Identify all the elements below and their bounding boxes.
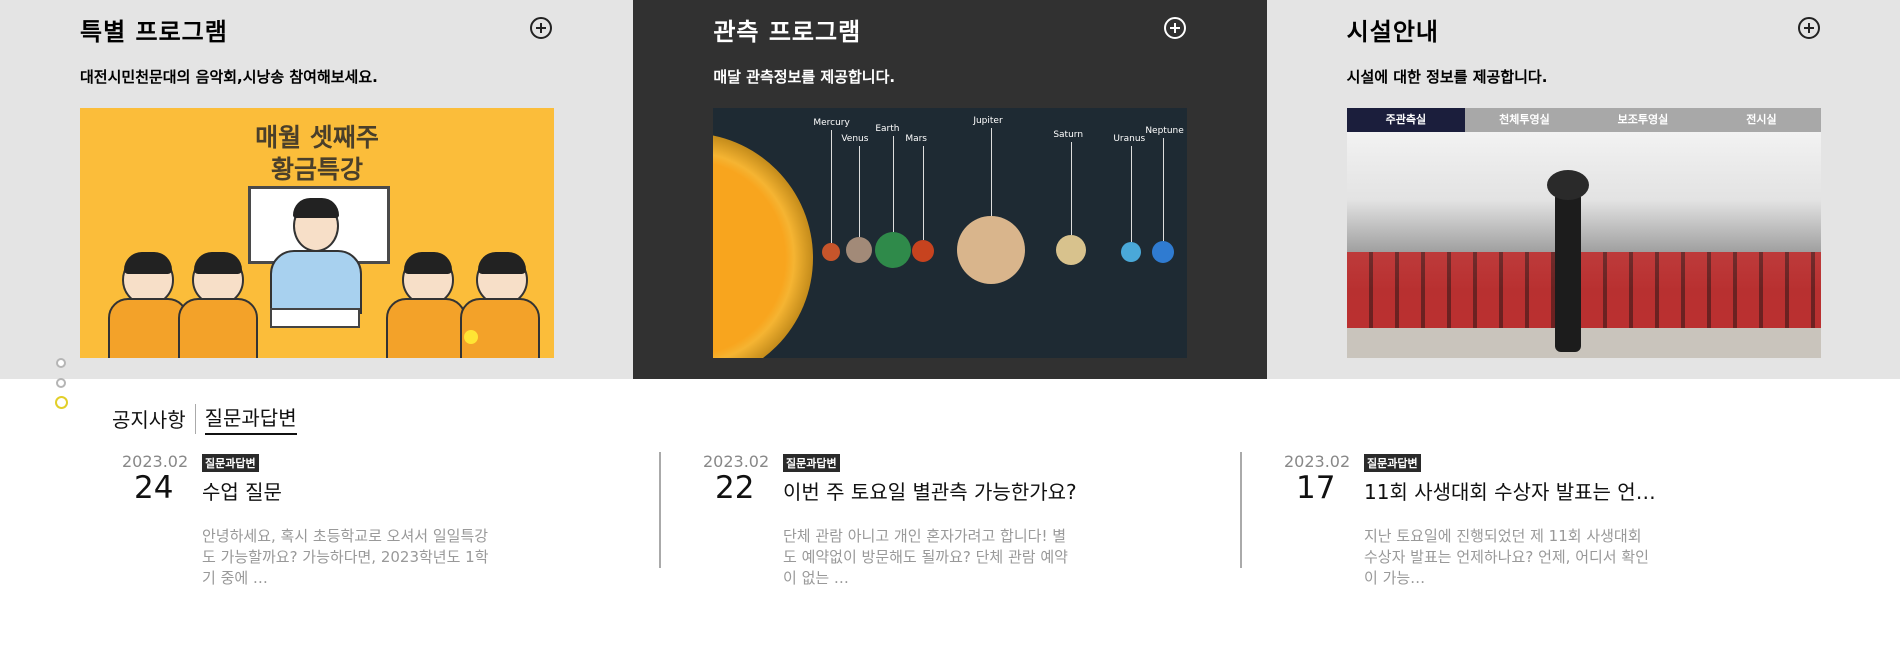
tab-notice[interactable]: 공지사항 bbox=[112, 404, 186, 433]
planet-label: Earth bbox=[875, 124, 900, 134]
tab-qna[interactable]: 질문과답변 bbox=[204, 402, 297, 435]
planet-line bbox=[923, 146, 925, 240]
planet-label: Jupiter bbox=[973, 116, 1003, 126]
plus-circle-icon[interactable] bbox=[1797, 17, 1820, 39]
panel-description: 매달 관측정보를 제공합니다. bbox=[713, 68, 896, 86]
planet-line bbox=[1163, 138, 1165, 241]
planet-label: Neptune bbox=[1145, 126, 1184, 136]
planet-mercury bbox=[822, 243, 841, 261]
planet-line bbox=[991, 128, 993, 216]
solar-system-image[interactable]: Mercury Venus Earth Mars Jupiter Saturn Uranus… bbox=[713, 108, 1188, 358]
planet-saturn bbox=[1056, 235, 1087, 265]
panel-description: 시설에 대한 정보를 제공합니다. bbox=[1346, 68, 1548, 86]
post-excerpt: 안녕하세요, 혹시 초등학교로 오셔서 일일특강도 가능할까요? 가능하다면, … bbox=[202, 527, 489, 587]
planet-venus bbox=[846, 237, 873, 263]
post-item[interactable]: 2023.02 24 질문과답변 수업 질문 안녕하세요, 혹시 초등학교로 오… bbox=[112, 452, 672, 587]
category-badge: 질문과답변 bbox=[1364, 454, 1421, 472]
post-title[interactable]: 수업 질문 bbox=[202, 476, 282, 505]
planet-line bbox=[1071, 142, 1073, 235]
planet-mars bbox=[912, 240, 935, 262]
tab-sub-planetarium[interactable]: 보조투영실 bbox=[1583, 108, 1703, 132]
planet-label: Saturn bbox=[1053, 130, 1084, 140]
facility-tabs: 주관측실 천체투영실 보조투영실 전시실 bbox=[1346, 108, 1821, 132]
slide-dot-1[interactable] bbox=[56, 358, 66, 368]
planet-line bbox=[1131, 146, 1133, 242]
post-date-day: 24 bbox=[134, 470, 174, 506]
tab-planetarium[interactable]: 천체투영실 bbox=[1465, 108, 1584, 132]
plus-circle-icon[interactable] bbox=[530, 17, 552, 39]
slide-dot-2[interactable] bbox=[56, 378, 66, 388]
divider bbox=[1240, 452, 1242, 568]
panel-title: 시설안내 bbox=[1346, 18, 1439, 46]
image-caption: 매월 셋째주 황금특강 bbox=[255, 123, 379, 184]
post-date-month: 2023.02 bbox=[703, 452, 770, 471]
post-date-day: 22 bbox=[715, 470, 755, 506]
slide-dot-3-active[interactable] bbox=[55, 396, 68, 409]
program-panels: 특별 프로그램 대전시민천문대의 음악회,시낭송 참여해보세요. 매월 셋째주 황… bbox=[0, 0, 1900, 379]
planet-label: Mercury bbox=[813, 118, 850, 128]
planet-line bbox=[893, 136, 895, 232]
post-excerpt: 지난 토요일에 진행되었던 제 11회 사생대회 수상자 발표는 언제하나요? … bbox=[1364, 527, 1649, 587]
post-date-month: 2023.02 bbox=[1284, 452, 1351, 471]
divider bbox=[659, 452, 661, 568]
planet-earth bbox=[875, 232, 912, 268]
post-date-day: 17 bbox=[1296, 470, 1336, 506]
planet-label: Venus bbox=[841, 134, 869, 144]
sun bbox=[713, 133, 814, 358]
tab-main-observatory[interactable]: 주관측실 bbox=[1346, 108, 1466, 132]
category-badge: 질문과답변 bbox=[783, 454, 840, 472]
post-item[interactable]: 2023.02 22 질문과답변 이번 주 토요일 별관측 가능한가요? 단체 … bbox=[693, 452, 1253, 587]
planet-label: Uranus bbox=[1113, 134, 1146, 144]
post-title[interactable]: 11회 사생대회 수상자 발표는 언제하… bbox=[1364, 476, 1664, 505]
post-excerpt: 단체 관람 아니고 개인 혼자가려고 합니다! 별도 예약없이 방문해도 될까요… bbox=[783, 527, 1068, 587]
post-title[interactable]: 이번 주 토요일 별관측 가능한가요? bbox=[783, 476, 1077, 505]
projector bbox=[1546, 170, 1589, 352]
planet-line bbox=[831, 130, 833, 243]
facility-photo[interactable] bbox=[1346, 132, 1821, 358]
planet-uranus bbox=[1121, 242, 1142, 262]
observation-program-panel[interactable]: 관측 프로그램 매달 관측정보를 제공합니다. Mercury Venus Eart… bbox=[633, 0, 1267, 379]
planet-label: Mars bbox=[905, 134, 927, 144]
panel-description: 대전시민천문대의 음악회,시낭송 참여해보세요. bbox=[80, 68, 378, 86]
planet-jupiter bbox=[957, 216, 1026, 284]
special-program-panel[interactable]: 특별 프로그램 대전시민천문대의 음악회,시낭송 참여해보세요. 매월 셋째주 황… bbox=[0, 0, 634, 379]
facility-info-panel[interactable]: 시설안내 시설에 대한 정보를 제공합니다. 주관측실 천체투영실 보조투영실 … bbox=[1266, 0, 1900, 379]
planet-line bbox=[859, 146, 861, 237]
panel-title: 특별 프로그램 bbox=[80, 18, 228, 46]
plus-circle-icon[interactable] bbox=[1164, 17, 1187, 39]
post-date-month: 2023.02 bbox=[122, 452, 189, 471]
post-item[interactable]: 2023.02 17 질문과답변 11회 사생대회 수상자 발표는 언제하… 지… bbox=[1274, 452, 1834, 587]
panel-title: 관측 프로그램 bbox=[713, 18, 862, 46]
tab-exhibition[interactable]: 전시실 bbox=[1702, 108, 1821, 132]
category-badge: 질문과답변 bbox=[202, 454, 259, 472]
teacher-illustration bbox=[293, 198, 339, 252]
planet-neptune bbox=[1152, 241, 1175, 263]
special-lecture-image[interactable]: 매월 셋째주 황금특강 bbox=[80, 108, 554, 358]
board-tabs: 공지사항 질문과답변 bbox=[112, 402, 297, 435]
